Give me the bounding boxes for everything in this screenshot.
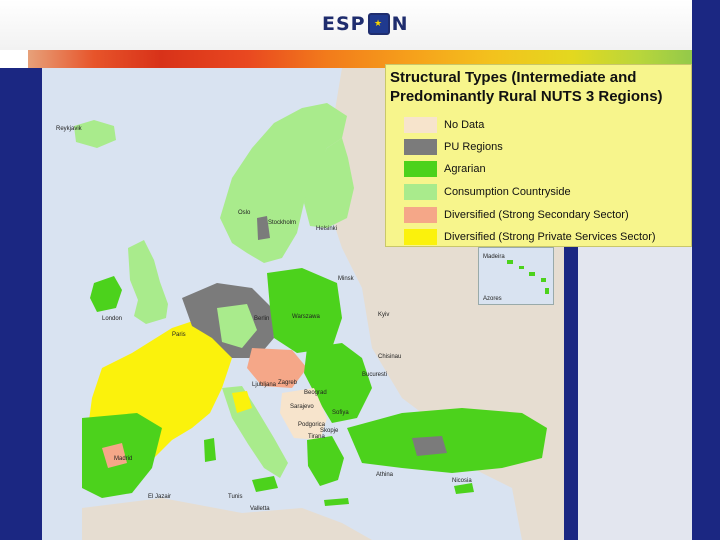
inset-label: Azores bbox=[483, 296, 502, 302]
legend-swatch bbox=[404, 207, 437, 223]
cyprus bbox=[454, 483, 474, 494]
city-label: Sofiya bbox=[332, 410, 349, 416]
inset-svg: Madeira Azores bbox=[483, 254, 549, 302]
city-label: Athina bbox=[376, 472, 394, 478]
legend-title: Structural Types (Intermediate and Predo… bbox=[390, 69, 663, 105]
city-label: Madrid bbox=[114, 456, 132, 462]
sicily bbox=[252, 476, 278, 492]
legend-swatch bbox=[404, 139, 437, 155]
city-label: Tunis bbox=[228, 494, 242, 500]
city-label: Berlin bbox=[254, 316, 269, 322]
city-label: Kyiv bbox=[378, 312, 389, 318]
city-label: El Jazair bbox=[148, 494, 171, 500]
right-frame-bar bbox=[692, 0, 720, 540]
city-label: Bucuresti bbox=[362, 372, 387, 378]
map-left-border bbox=[28, 68, 42, 540]
legend-swatch bbox=[404, 161, 437, 177]
eu-stars-icon: ★ bbox=[367, 13, 390, 35]
city-label: Helsinki bbox=[316, 226, 337, 232]
legend-item: PU Regions bbox=[404, 139, 503, 155]
city-label: Sarajevo bbox=[290, 404, 314, 410]
city-label: Minsk bbox=[338, 276, 355, 282]
crete bbox=[324, 498, 349, 506]
legend-label: PU Regions bbox=[444, 141, 503, 153]
italy bbox=[222, 386, 288, 478]
iceland bbox=[74, 120, 116, 148]
legend-item: Diversified (Strong Secondary Sector) bbox=[404, 207, 629, 223]
legend-label: Consumption Countryside bbox=[444, 186, 571, 198]
legend-swatch bbox=[404, 117, 437, 133]
poland-baltics bbox=[267, 268, 342, 353]
city-label: Valletta bbox=[250, 506, 270, 512]
legend-item: Consumption Countryside bbox=[404, 184, 571, 200]
greece bbox=[307, 436, 344, 486]
legend-swatch bbox=[404, 229, 437, 245]
city-label: Warszawa bbox=[292, 314, 320, 320]
legend-label: No Data bbox=[444, 119, 485, 131]
city-label: Stockholm bbox=[268, 220, 296, 226]
legend-item: No Data bbox=[404, 117, 484, 133]
city-label: Oslo bbox=[238, 210, 251, 216]
city-label: Reykjavik bbox=[56, 126, 83, 132]
left-frame-bar bbox=[0, 68, 28, 540]
great-britain bbox=[128, 240, 168, 324]
ireland bbox=[90, 276, 122, 312]
legend-item: Agrarian bbox=[404, 161, 486, 177]
city-label: Beograd bbox=[304, 390, 327, 396]
logo-text-right: N bbox=[391, 13, 409, 35]
espon-logo: ESP ★ N bbox=[322, 10, 409, 38]
inset-label: Madeira bbox=[483, 254, 505, 260]
city-label: Chisinau bbox=[378, 354, 401, 360]
turkey-grey bbox=[412, 436, 447, 456]
logo-text-left: ESP bbox=[322, 13, 366, 35]
sardinia bbox=[204, 438, 216, 462]
city-label: London bbox=[102, 316, 122, 322]
city-label: Paris bbox=[172, 332, 186, 338]
city-label: Ljubljana bbox=[252, 382, 277, 388]
legend-label: Diversified (Strong Secondary Sector) bbox=[444, 209, 629, 221]
legend-box: Structural Types (Intermediate and Predo… bbox=[385, 64, 692, 247]
turkey bbox=[347, 408, 547, 473]
city-label: Nicosia bbox=[452, 478, 472, 484]
city-label: Tirana bbox=[308, 434, 325, 440]
legend-label: Agrarian bbox=[444, 163, 486, 175]
legend-item: Diversified (Strong Private Services Sec… bbox=[404, 229, 656, 245]
legend-label: Diversified (Strong Private Services Sec… bbox=[444, 231, 656, 243]
city-label: Zagreb bbox=[278, 380, 298, 386]
inset-map: Madeira Azores bbox=[478, 247, 554, 305]
legend-swatch bbox=[404, 184, 437, 200]
